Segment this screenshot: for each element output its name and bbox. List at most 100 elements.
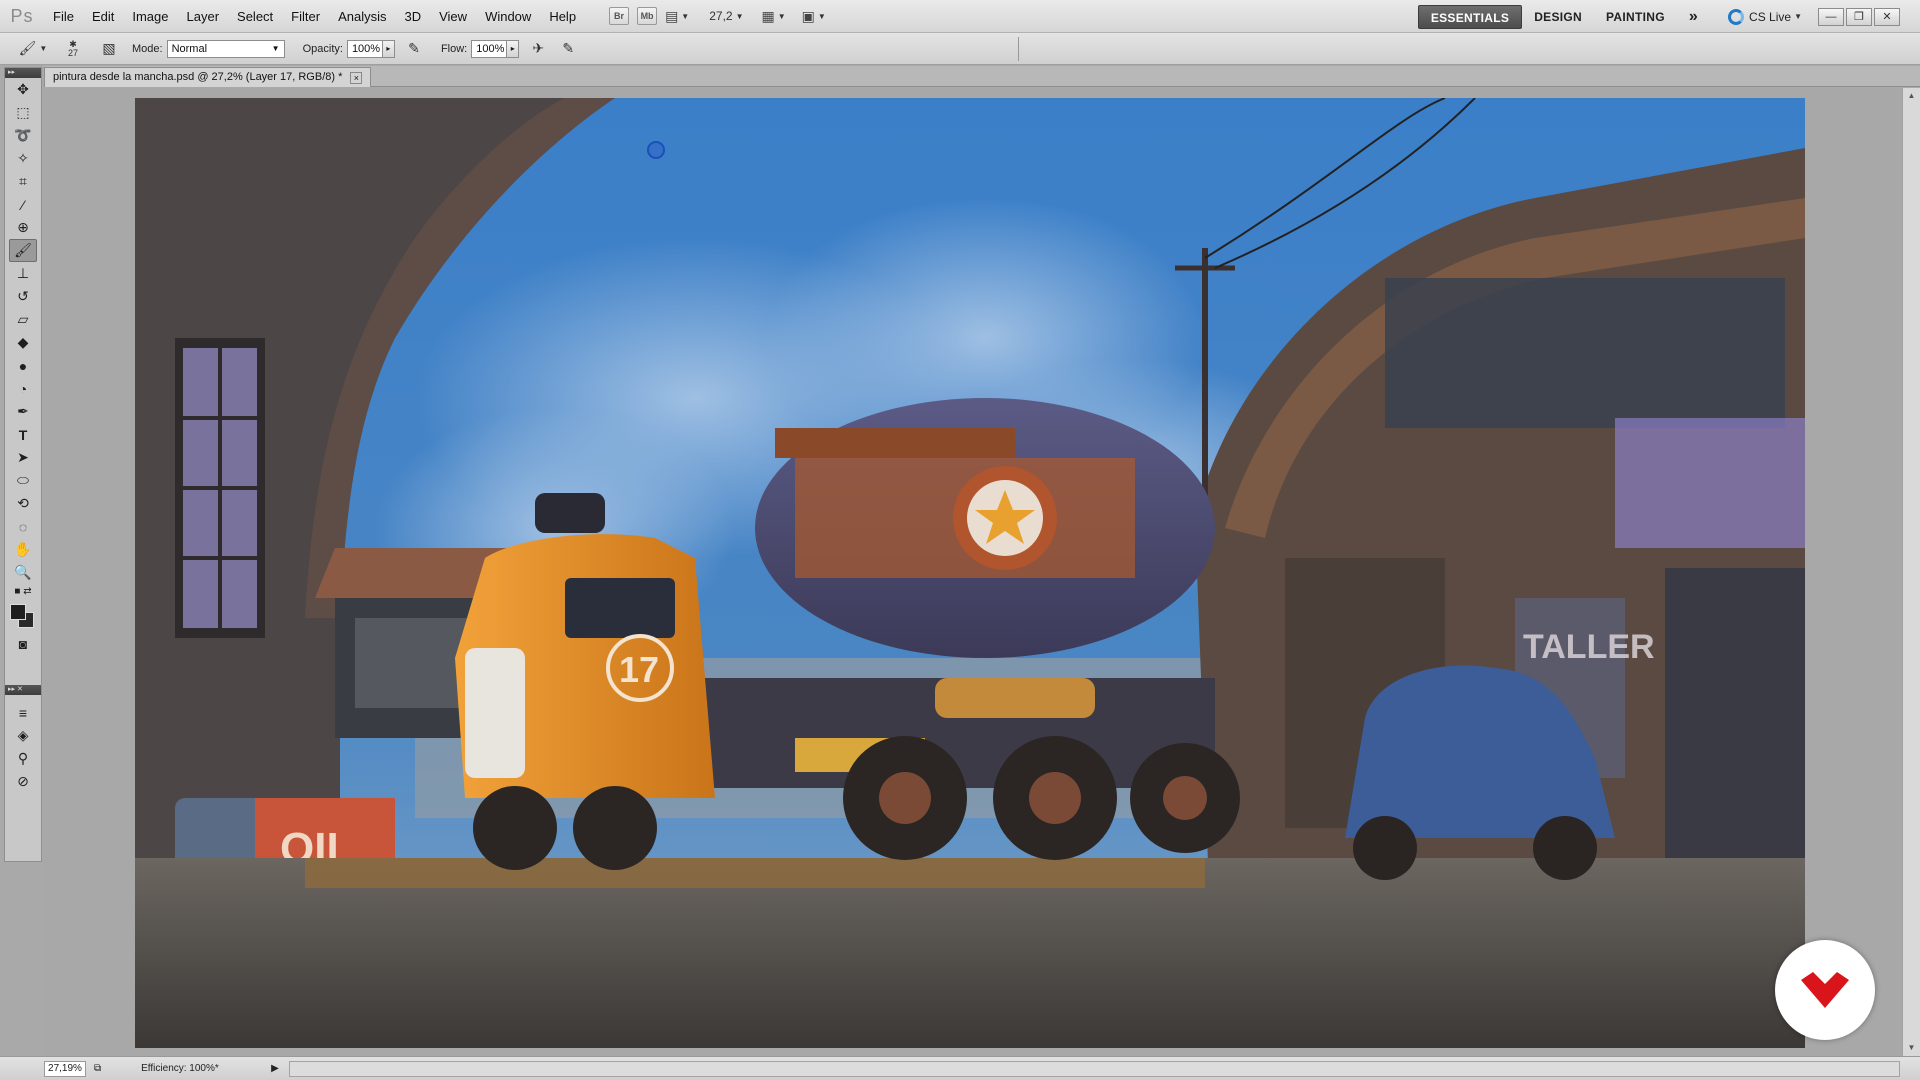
fuel-tank bbox=[935, 678, 1095, 718]
zoom-readout[interactable]: 27,19% bbox=[44, 1060, 86, 1077]
menu-edit[interactable]: Edit bbox=[83, 0, 123, 33]
opacity-input[interactable]: 100% bbox=[346, 39, 383, 58]
workspace-design[interactable]: DESIGN bbox=[1522, 5, 1594, 29]
blend-mode-value: Normal bbox=[171, 42, 208, 55]
opacity-slider-toggle[interactable]: ▸ bbox=[382, 39, 395, 58]
close-document-button[interactable]: × bbox=[350, 71, 363, 84]
scroll-up-button[interactable]: ▲ bbox=[1903, 88, 1920, 104]
eraser-tool[interactable]: ▱ bbox=[5, 308, 41, 331]
menu-filter[interactable]: Filter bbox=[282, 0, 329, 33]
eyedropper-tool[interactable]: ⁄ bbox=[5, 193, 41, 216]
restore-button[interactable]: ❐ bbox=[1846, 7, 1872, 26]
layers-panel-button[interactable]: ◈ bbox=[5, 724, 41, 747]
blur-tool[interactable]: ● bbox=[5, 354, 41, 377]
dodge-tool[interactable]: ◔ bbox=[5, 377, 41, 400]
menu-analysis[interactable]: Analysis bbox=[329, 0, 395, 33]
layers-icon: ◈ bbox=[17, 727, 29, 743]
flow-label: Flow: bbox=[440, 42, 468, 55]
menu-view[interactable]: View bbox=[430, 0, 476, 33]
chevron-down-icon: ▼ bbox=[817, 11, 826, 21]
view-extras-button[interactable]: ▤ ▼ bbox=[665, 5, 689, 27]
healing-brush-tool[interactable]: ⊕ bbox=[5, 216, 41, 239]
lasso-tool[interactable]: ➰ bbox=[5, 124, 41, 147]
launch-bridge-button[interactable]: Br bbox=[609, 5, 630, 27]
brush-panel-toggle[interactable]: ▧ bbox=[98, 38, 120, 60]
artwork-image[interactable]: OIL TALLER 17 bbox=[135, 98, 1805, 1048]
pressure-size-toggle[interactable]: ✎ bbox=[557, 38, 579, 60]
brush-presets-panel-button[interactable]: ≡ bbox=[5, 701, 41, 724]
panel-dock-grip[interactable]: ▸▸ ✕ bbox=[5, 685, 41, 695]
shape-tool[interactable]: ⬭ bbox=[5, 469, 41, 492]
menu-layer[interactable]: Layer bbox=[178, 0, 229, 33]
clone-stamp-tool[interactable]: ⊥ bbox=[5, 262, 41, 285]
3d-rotate-tool[interactable]: ⟲ bbox=[5, 492, 41, 515]
pen-pressure-icon: ✎ bbox=[408, 40, 420, 56]
tool-preset-picker[interactable]: 🖌 ▼ bbox=[18, 38, 48, 60]
menu-select[interactable]: Select bbox=[228, 0, 282, 33]
canvas-area[interactable]: OIL TALLER 17 bbox=[44, 88, 1902, 1056]
brush-icon: 🖌 bbox=[14, 242, 32, 258]
paint-bucket-tool[interactable]: ◆ bbox=[5, 331, 41, 354]
zoom-tool[interactable]: 🔍 bbox=[5, 561, 41, 584]
document-title: pintura desde la mancha.psd @ 27,2% (Lay… bbox=[53, 71, 343, 83]
crop-tool[interactable]: ⌗ bbox=[5, 170, 41, 193]
workspace-painting[interactable]: PAINTING bbox=[1594, 5, 1677, 29]
pen-tool[interactable]: ✒ bbox=[5, 400, 41, 423]
flow-slider-toggle[interactable]: ▸ bbox=[507, 39, 520, 58]
flow-input[interactable]: 100% bbox=[471, 39, 508, 58]
zoom-level-select[interactable]: 27,2 ▼ bbox=[709, 9, 743, 23]
eraser-icon: ▱ bbox=[17, 311, 29, 327]
move-tool[interactable]: ✥ bbox=[5, 78, 41, 101]
workspace-essentials[interactable]: ESSENTIALS bbox=[1417, 4, 1523, 29]
menu-window[interactable]: Window bbox=[476, 0, 540, 33]
menu-help[interactable]: Help bbox=[540, 0, 585, 33]
close-icon: ✕ bbox=[1882, 11, 1892, 23]
document-info-icon[interactable]: ⧉ bbox=[94, 1063, 101, 1074]
vertical-scrollbar[interactable]: ▲ ▼ bbox=[1902, 88, 1920, 1056]
3d-orbit-tool[interactable]: ◌ bbox=[5, 515, 41, 538]
menu-image[interactable]: Image bbox=[123, 0, 177, 33]
brush-tool[interactable]: 🖌 bbox=[9, 239, 37, 262]
blend-mode-select[interactable]: Normal ▼ bbox=[166, 39, 285, 58]
navigator-panel-button[interactable]: ⊘ bbox=[5, 770, 41, 793]
workspace-more-button[interactable]: » bbox=[1677, 5, 1710, 29]
clone-source-panel-button[interactable]: ⚲ bbox=[5, 747, 41, 770]
chevron-up-icon: ▲ bbox=[1907, 91, 1916, 100]
document-tab[interactable]: pintura desde la mancha.psd @ 27,2% (Lay… bbox=[44, 67, 372, 87]
panel-collapse-grip[interactable]: ▸▸ bbox=[5, 68, 41, 78]
horizontal-scrollbar[interactable] bbox=[288, 1060, 1900, 1077]
menu-file[interactable]: File bbox=[44, 0, 83, 33]
marquee-tool[interactable]: ⬚ bbox=[5, 101, 41, 124]
eyedropper-icon: ⁄ bbox=[21, 196, 25, 213]
launch-minibridge-button[interactable]: Mb bbox=[637, 5, 658, 27]
airbrush-toggle[interactable]: ✈ bbox=[527, 38, 549, 60]
quick-selection-tool[interactable]: ✧ bbox=[5, 147, 41, 170]
minimize-button[interactable]: — bbox=[1818, 7, 1844, 26]
swap-colors-button[interactable]: ■ ⇄ bbox=[5, 584, 41, 598]
path-selection-tool[interactable]: ➤ bbox=[5, 446, 41, 469]
screen-mode-icon: ▣ bbox=[801, 7, 815, 24]
arrange-documents-button[interactable]: ▦ ▼ bbox=[762, 5, 786, 27]
wheel-hub bbox=[879, 772, 931, 824]
brand-logo-badge bbox=[1775, 940, 1875, 1040]
close-window-button[interactable]: ✕ bbox=[1874, 7, 1900, 26]
pressure-opacity-toggle[interactable]: ✎ bbox=[403, 38, 425, 60]
history-brush-tool[interactable]: ↺ bbox=[5, 285, 41, 308]
status-menu-arrow[interactable]: ▶ bbox=[271, 1063, 279, 1074]
brush-preset-picker[interactable]: ✱ 27 bbox=[56, 38, 90, 60]
brand-logo-icon bbox=[1801, 972, 1849, 1008]
brush-icon: 🖌 bbox=[18, 40, 37, 56]
scroll-down-button[interactable]: ▼ bbox=[1903, 1040, 1920, 1056]
clone-source-icon: ⚲ bbox=[17, 750, 29, 766]
status-info: Efficiency: 100%* bbox=[141, 1063, 219, 1074]
swap-arrows-icon: ■ ⇄ bbox=[14, 585, 32, 597]
tank-top-frame bbox=[775, 428, 1015, 458]
quick-mask-button[interactable]: ◙ bbox=[5, 632, 41, 655]
type-tool[interactable]: T bbox=[5, 423, 41, 446]
hand-tool[interactable]: ✋ bbox=[5, 538, 41, 561]
cs-live-button[interactable]: CS Live ▼ bbox=[1728, 8, 1802, 25]
foreground-color-swatch[interactable] bbox=[10, 604, 26, 620]
menu-3d[interactable]: 3D bbox=[395, 0, 430, 33]
screen-mode-button[interactable]: ▣ ▼ bbox=[802, 5, 826, 27]
marquee-icon: ⬚ bbox=[16, 104, 30, 120]
